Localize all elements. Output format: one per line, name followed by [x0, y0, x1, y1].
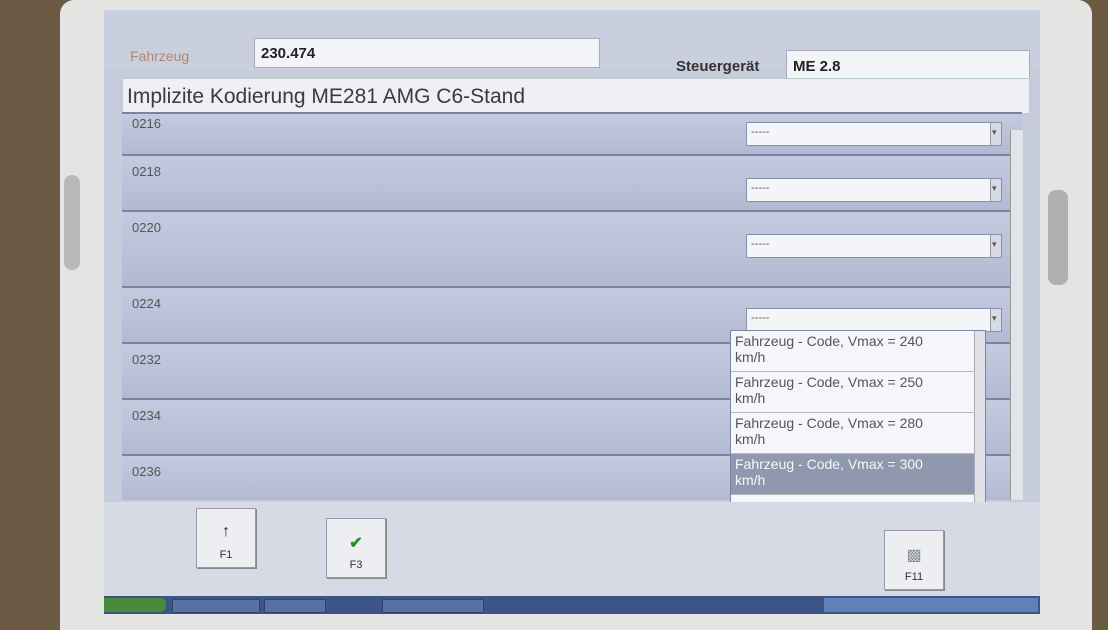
row-code: 0216: [132, 116, 161, 131]
f1-label: F1: [219, 549, 233, 561]
combo-value: -----: [751, 126, 770, 138]
vehicle-value: 230.474: [261, 45, 316, 62]
option-label: Fahrzeug - Code, Vmax = 240 km/h: [735, 333, 923, 365]
f1-button[interactable]: ↑ F1: [196, 508, 256, 568]
arrow-up-icon: ↑: [222, 523, 230, 540]
taskbar: [104, 596, 1040, 614]
controller-value: ME 2.8: [793, 58, 841, 75]
bezel-hinge-left: [64, 175, 80, 270]
option-label: Fahrzeug - Code, Vmax = 280 km/h: [735, 415, 923, 447]
f11-label: F11: [904, 571, 924, 583]
chevron-down-icon[interactable]: [990, 309, 1001, 331]
vehicle-field: 230.474: [254, 38, 600, 68]
dropdown-option[interactable]: Fahrzeug - Code, Vmax = 250 km/h: [731, 372, 975, 413]
function-key-bar: ↑ F1 ✔ F3 ▩ F11: [104, 502, 1040, 596]
controller-label: Steuergerät: [676, 58, 760, 75]
chevron-down-icon[interactable]: [990, 235, 1001, 257]
coding-title: Implizite Kodierung ME281 AMG C6-Stand: [127, 85, 526, 108]
list-scrollbar[interactable]: [1010, 130, 1023, 500]
option-label: Fahrzeug - Code, Vmax = 250 km/h: [735, 374, 923, 406]
checkmark-icon: ✔: [349, 535, 363, 552]
vehicle-label: Fahrzeug: [130, 48, 190, 64]
f11-button[interactable]: ▩ F11: [884, 530, 944, 590]
screen: Fahrzeug 230.474 Steuergerät ME 2.8 Impl…: [104, 10, 1040, 614]
row-0216-combo[interactable]: -----: [746, 122, 1002, 146]
row-code: 0232: [132, 352, 161, 367]
f3-label: F3: [349, 559, 363, 571]
taskbar-button[interactable]: [264, 599, 326, 613]
bezel-hinge-right: [1048, 190, 1068, 285]
row-0220-combo[interactable]: -----: [746, 234, 1002, 258]
vmax-dropdown-list[interactable]: Fahrzeug - Code, Vmax = 240 km/h Fahrzeu…: [730, 330, 986, 516]
coding-title-bar: Implizite Kodierung ME281 AMG C6-Stand: [122, 78, 1030, 114]
row-code: 0220: [132, 220, 161, 235]
combo-value: -----: [751, 182, 770, 194]
dropdown-scrollbar[interactable]: [974, 331, 985, 513]
row-code: 0234: [132, 408, 161, 423]
system-tray: [824, 598, 1038, 612]
row-0224-combo[interactable]: -----: [746, 308, 1002, 332]
chevron-down-icon[interactable]: [990, 123, 1001, 145]
start-button[interactable]: [104, 598, 166, 612]
option-label: Fahrzeug - Code, Vmax = 300 km/h: [735, 456, 923, 488]
taskbar-button[interactable]: [382, 599, 484, 613]
row-0218-combo[interactable]: -----: [746, 178, 1002, 202]
row-code: 0224: [132, 296, 161, 311]
dropdown-option[interactable]: Fahrzeug - Code, Vmax = 280 km/h: [731, 413, 975, 454]
dropdown-option-selected[interactable]: Fahrzeug - Code, Vmax = 300 km/h: [731, 454, 975, 495]
row-code: 0218: [132, 164, 161, 179]
chevron-down-icon[interactable]: [990, 179, 1001, 201]
dropdown-option[interactable]: Fahrzeug - Code, Vmax = 240 km/h: [731, 331, 975, 372]
f3-button[interactable]: ✔ F3: [326, 518, 386, 578]
printer-icon: ▩: [906, 547, 922, 564]
row-code: 0236: [132, 464, 161, 479]
combo-value: -----: [751, 312, 770, 324]
combo-value: -----: [751, 238, 770, 250]
taskbar-button[interactable]: [172, 599, 260, 613]
